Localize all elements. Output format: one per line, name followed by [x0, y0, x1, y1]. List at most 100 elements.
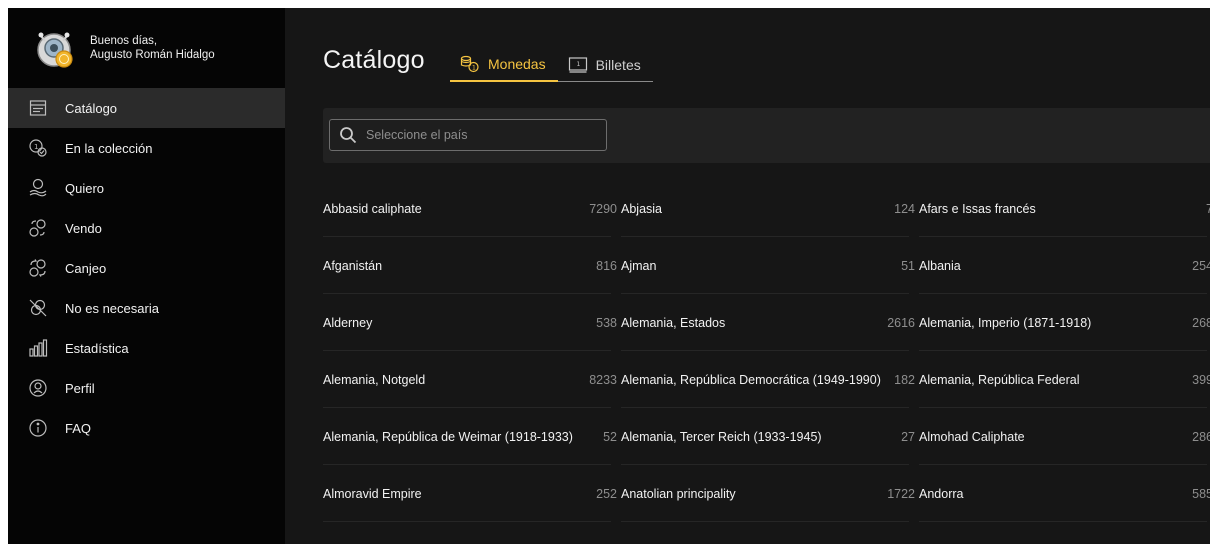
sidebar-item-label: Vendo: [65, 220, 102, 236]
page-title: Catálogo: [323, 46, 425, 74]
country-item[interactable]: Alemania, Imperio (1871-1918) 268: [919, 294, 1210, 351]
sidebar-nav: Catálogo 1 En la colección Quiero Vendo: [8, 88, 285, 448]
country-name: Alemania, República de Weimar (1918-1933…: [323, 429, 573, 444]
country-count: 254: [1192, 258, 1210, 273]
sidebar-item-quiero[interactable]: Quiero: [8, 168, 285, 208]
sidebar-item-en-la-coleccion[interactable]: 1 En la colección: [8, 128, 285, 168]
svg-text:1: 1: [34, 143, 38, 151]
country-count: 7: [1206, 201, 1210, 216]
banknote-icon: 1: [568, 56, 587, 73]
country-item[interactable]: Alemania, República de Weimar (1918-1933…: [323, 408, 621, 465]
sidebar-item-label: Estadística: [65, 340, 129, 356]
sidebar-item-label: Perfil: [65, 380, 95, 396]
sidebar-item-estadistica[interactable]: Estadística: [8, 328, 285, 368]
country-item[interactable]: Alemania, Tercer Reich (1933-1945) 27: [621, 408, 919, 465]
country-count: 8233: [589, 372, 617, 387]
country-item[interactable]: Almohad Caliphate 286: [919, 408, 1210, 465]
country-item[interactable]: Alemania, República Federal 399: [919, 351, 1210, 408]
country-name: Almoravid Empire: [323, 486, 422, 501]
stats-icon: [28, 338, 48, 358]
country-item[interactable]: Alemania, República Democrática (1949-19…: [621, 351, 919, 408]
country-item[interactable]: Alemania, Notgeld 8233: [323, 351, 621, 408]
catalog-icon: [28, 98, 48, 118]
country-name: Abjasia: [621, 201, 662, 216]
country-name: Alemania, Estados: [621, 315, 726, 330]
greeting: Buenos días, Augusto Román Hidalgo: [90, 34, 215, 62]
info-icon: [28, 418, 48, 438]
coins-icon: 1: [460, 55, 479, 73]
country-item[interactable]: Alemania, Estados 2616: [621, 294, 919, 351]
country-item[interactable]: Albania 254: [919, 237, 1210, 294]
coin-check-icon: 1: [28, 138, 48, 158]
user-name: Augusto Román Hidalgo: [90, 49, 215, 61]
sidebar-item-label: Catálogo: [65, 100, 118, 116]
country-count: 27: [901, 429, 915, 444]
country-name: Alemania, Tercer Reich (1933-1945): [621, 429, 822, 444]
country-name: Albania: [919, 258, 961, 273]
user-panel: Buenos días, Augusto Román Hidalgo: [8, 8, 285, 88]
sidebar-item-catalogo[interactable]: Catálogo: [8, 88, 285, 128]
country-count: 399: [1192, 372, 1210, 387]
svg-text:1: 1: [472, 65, 476, 72]
sidebar-item-no-es-necesaria[interactable]: No es necesaria: [8, 288, 285, 328]
country-item[interactable]: Afars e Issas francés 7: [919, 180, 1210, 237]
app-window: Buenos días, Augusto Román Hidalgo Catál…: [8, 8, 1210, 544]
country-name: Alemania, República Democrática (1949-19…: [621, 372, 881, 387]
country-count: 252: [596, 486, 617, 501]
country-item[interactable]: Abjasia 124: [621, 180, 919, 237]
country-item[interactable]: Ajman 51: [621, 237, 919, 294]
country-count: 268: [1192, 315, 1210, 330]
sidebar-item-label: Canjeo: [65, 260, 107, 276]
country-name: Alderney: [323, 315, 373, 330]
sidebar-item-label: FAQ: [65, 420, 92, 436]
tab-bar: 1 Monedas 1 Billetes: [450, 48, 653, 82]
country-count: 7290: [589, 201, 617, 216]
filter-bar: [323, 108, 1210, 163]
sidebar-item-faq[interactable]: FAQ: [8, 408, 285, 448]
country-item[interactable]: Almoravid Empire 252: [323, 465, 621, 522]
country-count: 124: [894, 201, 915, 216]
search-icon: [340, 127, 357, 144]
country-count: 1722: [887, 486, 915, 501]
search-input[interactable]: [364, 127, 598, 143]
country-item[interactable]: Abbasid caliphate 7290: [323, 180, 621, 237]
country-name: Almohad Caliphate: [919, 429, 1025, 444]
profile-icon: [28, 378, 48, 398]
sidebar: Buenos días, Augusto Román Hidalgo Catál…: [8, 8, 285, 544]
sidebar-item-label: Quiero: [65, 180, 105, 196]
coin-exchange-icon: [28, 258, 48, 278]
sidebar-item-perfil[interactable]: Perfil: [8, 368, 285, 408]
country-count: 52: [603, 429, 617, 444]
country-count: 585: [1192, 486, 1210, 501]
country-item[interactable]: Afganistán 816: [323, 237, 621, 294]
sidebar-item-label: No es necesaria: [65, 300, 159, 316]
country-item[interactable]: Alderney 538: [323, 294, 621, 351]
country-search[interactable]: [329, 119, 607, 151]
country-count: 286: [1192, 429, 1210, 444]
sidebar-item-label: En la colección: [65, 140, 153, 156]
header: Catálogo 1 Monedas 1 Billetes: [285, 8, 1210, 108]
country-count: 816: [596, 258, 617, 273]
country-count: 538: [596, 315, 617, 330]
country-name: Alemania, Imperio (1871-1918): [919, 315, 1092, 330]
country-name: Afganistán: [323, 258, 383, 273]
tab-billetes[interactable]: 1 Billetes: [557, 48, 653, 82]
country-name: Andorra: [919, 486, 964, 501]
country-grid: Abbasid caliphate 7290 Abjasia 124 Afars e I…: [323, 180, 1210, 522]
country-name: Abbasid caliphate: [323, 201, 422, 216]
tab-monedas[interactable]: 1 Monedas: [450, 48, 558, 82]
avatar[interactable]: [32, 26, 76, 70]
coin-sell-icon: [28, 218, 48, 238]
country-item[interactable]: Andorra 585: [919, 465, 1210, 522]
sidebar-item-canjeo[interactable]: Canjeo: [8, 248, 285, 288]
country-name: Ajman: [621, 258, 657, 273]
country-count: 2616: [887, 315, 915, 330]
country-name: Alemania, República Federal: [919, 372, 1080, 387]
svg-text:1: 1: [576, 61, 580, 68]
main-content: Catálogo 1 Monedas 1 Billetes Seleccione…: [285, 8, 1210, 544]
sidebar-item-vendo[interactable]: Vendo: [8, 208, 285, 248]
country-name: Alemania, Notgeld: [323, 372, 426, 387]
country-count: 182: [894, 372, 915, 387]
robot-avatar-icon: [37, 32, 73, 68]
country-item[interactable]: Anatolian principality 1722: [621, 465, 919, 522]
